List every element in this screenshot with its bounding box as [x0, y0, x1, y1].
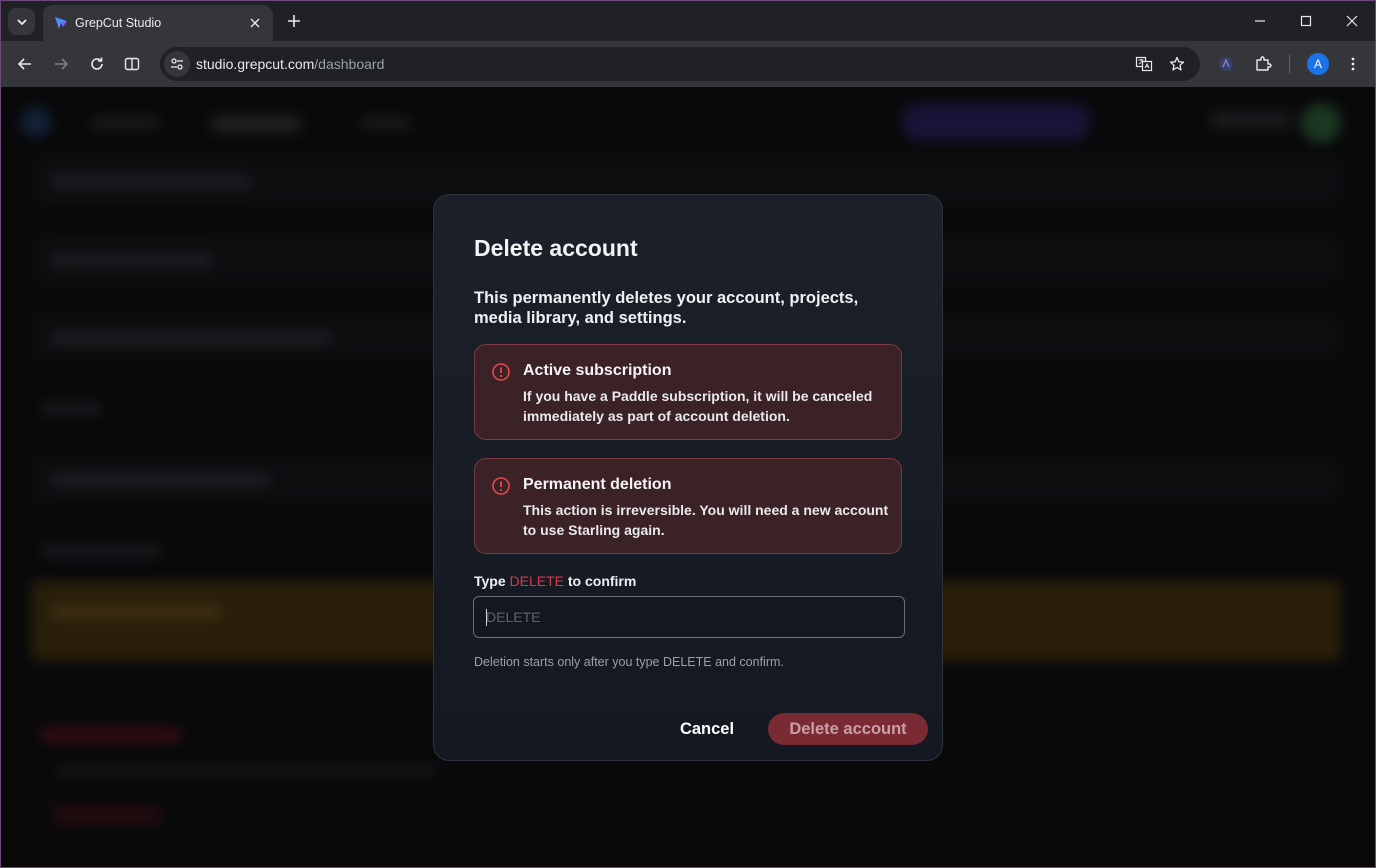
- tab-strip: GrepCut Studio: [1, 1, 1375, 41]
- confirm-label: Type DELETE to confirm: [474, 573, 636, 589]
- chevron-down-icon: [16, 18, 27, 25]
- arrow-left-icon: [17, 58, 31, 70]
- confirm-delete-input[interactable]: [473, 596, 905, 638]
- new-tab-button[interactable]: [282, 9, 306, 33]
- dialog-title: Delete account: [474, 235, 638, 261]
- confirm-keyword: DELETE: [509, 573, 564, 589]
- star-icon: [1169, 56, 1185, 71]
- text-caret: [486, 609, 487, 626]
- permanent-deletion-alert: Permanent deletion This action is irreve…: [474, 458, 902, 554]
- subscription-alert: Active subscription If you have a Paddle…: [474, 344, 902, 440]
- delete-account-button[interactable]: Delete account: [768, 713, 928, 745]
- url-text: studio.grepcut.com/dashboard: [196, 56, 384, 72]
- profile-avatar[interactable]: A: [1307, 53, 1329, 75]
- minimize-icon: [1255, 20, 1265, 22]
- translate-button[interactable]: [1132, 52, 1156, 76]
- back-button[interactable]: [13, 52, 37, 76]
- dialog-description: This permanently deletes your account, p…: [474, 289, 859, 327]
- confirm-hint: Deletion starts only after you type DELE…: [474, 655, 784, 669]
- close-tab-icon[interactable]: [245, 13, 265, 33]
- reload-button[interactable]: [85, 52, 109, 76]
- browser-menu-button[interactable]: [1341, 52, 1365, 76]
- alert-circle-icon: [492, 477, 510, 495]
- alert-circle-icon: [492, 363, 510, 381]
- tune-icon: [171, 58, 183, 70]
- plus-icon: [288, 15, 300, 27]
- forward-button[interactable]: [49, 52, 73, 76]
- site-info-button[interactable]: [164, 51, 190, 77]
- grepcut-logo-icon: [53, 15, 69, 31]
- confirm-label-suffix: to confirm: [564, 573, 637, 589]
- tab-title: GrepCut Studio: [75, 16, 162, 30]
- address-bar[interactable]: studio.grepcut.com/dashboard: [160, 47, 1200, 81]
- alert-body: This action is irreversible. You will ne…: [523, 502, 889, 538]
- extension-logo-icon: [1219, 57, 1233, 71]
- browser-toolbar: studio.grepcut.com/dashboard A: [1, 41, 1375, 87]
- close-icon: [1346, 15, 1358, 27]
- confirm-label-prefix: Type: [474, 573, 510, 589]
- puzzle-icon: [1256, 56, 1272, 71]
- extensions-menu-button[interactable]: [1251, 52, 1275, 76]
- split-view-icon: [124, 57, 140, 71]
- toolbar-separator: [1289, 55, 1290, 73]
- bookmark-button[interactable]: [1165, 52, 1189, 76]
- alert-title: Active subscription: [523, 362, 672, 379]
- maximize-button[interactable]: [1283, 1, 1329, 41]
- maximize-icon: [1300, 15, 1312, 27]
- more-vertical-icon: [1351, 57, 1355, 71]
- alert-title: Permanent deletion: [523, 476, 672, 493]
- reload-icon: [91, 57, 103, 70]
- active-tab[interactable]: GrepCut Studio: [43, 5, 273, 41]
- page-content: Delete account This permanently deletes …: [1, 87, 1375, 867]
- translate-icon: [1135, 56, 1153, 72]
- url-path: /dashboard: [314, 56, 385, 72]
- close-window-button[interactable]: [1329, 1, 1375, 41]
- cancel-button[interactable]: Cancel: [669, 713, 745, 745]
- browser-window: GrepCut Studio studio.grepcut.com/dashbo…: [0, 0, 1376, 868]
- tab-search-button[interactable]: [8, 8, 35, 35]
- alert-body: If you have a Paddle subscription, it wi…: [523, 388, 873, 424]
- arrow-right-icon: [55, 58, 69, 70]
- extension-button[interactable]: [1214, 52, 1238, 76]
- window-controls: [1237, 1, 1375, 41]
- minimize-button[interactable]: [1237, 1, 1283, 41]
- url-host: studio.grepcut.com: [196, 56, 315, 72]
- split-view-button[interactable]: [120, 52, 144, 76]
- delete-account-dialog: Delete account This permanently deletes …: [433, 194, 943, 761]
